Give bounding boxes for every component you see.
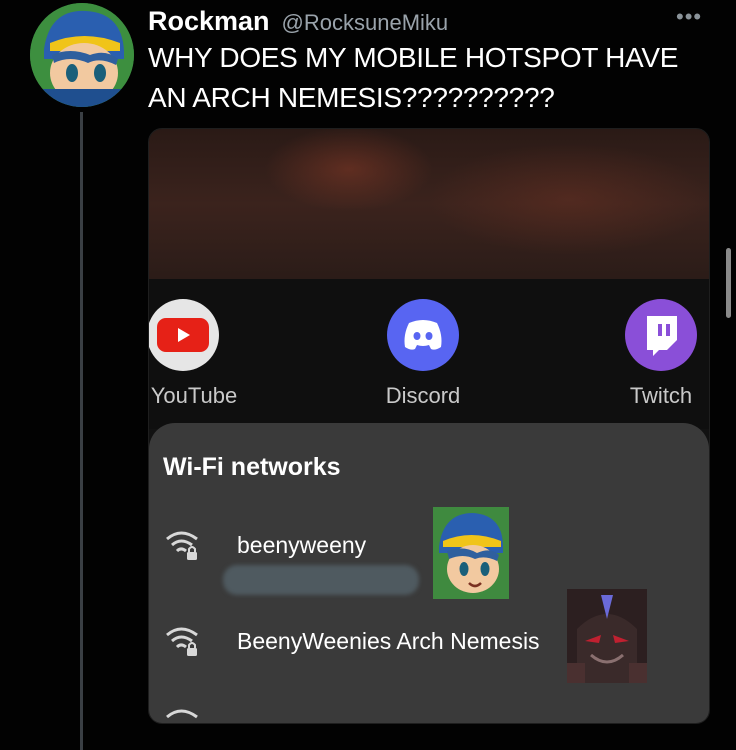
nemesis-sticker-image [567,589,647,683]
wifi-lock-icon [166,627,198,656]
tweet-text-line: AN ARCH NEMESIS?????????? [148,82,555,113]
wifi-network-item: BeenyWeenies Arch Nemesis [163,623,540,659]
wifi-section-title: Wi-Fi networks [163,453,341,481]
display-name[interactable]: Rockman [148,6,270,37]
twitch-icon [625,299,697,371]
youtube-icon [149,299,219,371]
tweet-text-line: WHY DOES MY MOBILE HOTSPOT HAVE [148,42,679,73]
app-youtube: YouTube [149,299,243,409]
app-label: Discord [385,383,461,408]
more-horizontal-icon[interactable]: ••• [676,4,702,30]
megaman-sticker-image [433,507,509,599]
blurred-status-text [223,565,419,595]
wifi-network-name: BeenyWeenies Arch Nemesis [237,627,540,654]
app-twitch: Twitch [601,299,709,409]
discord-icon [387,299,459,371]
app-label: YouTube [150,383,238,408]
wifi-lock-icon [166,531,198,560]
wallpaper-background [149,129,709,279]
wifi-network-name: beenyweeny [237,531,367,558]
avatar-image [30,3,134,107]
tweet-media-image[interactable]: YouTube Discord Twitch Wi-Fi networks be… [148,128,710,724]
user-handle[interactable]: @RocksuneMiku [282,10,449,36]
tweet-author[interactable]: Rockman @RocksuneMiku [148,6,448,37]
thread-line [80,112,83,750]
wifi-icon-partial [163,703,203,723]
avatar[interactable] [30,3,134,107]
app-discord: Discord [363,299,483,409]
tweet-page: Rockman @RocksuneMiku ••• WHY DOES MY MO… [0,0,736,750]
tweet-text: WHY DOES MY MOBILE HOTSPOT HAVE AN ARCH … [148,38,718,118]
scrollbar-thumb[interactable] [726,248,731,318]
wifi-network-item: beenyweeny [163,527,366,563]
app-label: Twitch [629,383,693,408]
